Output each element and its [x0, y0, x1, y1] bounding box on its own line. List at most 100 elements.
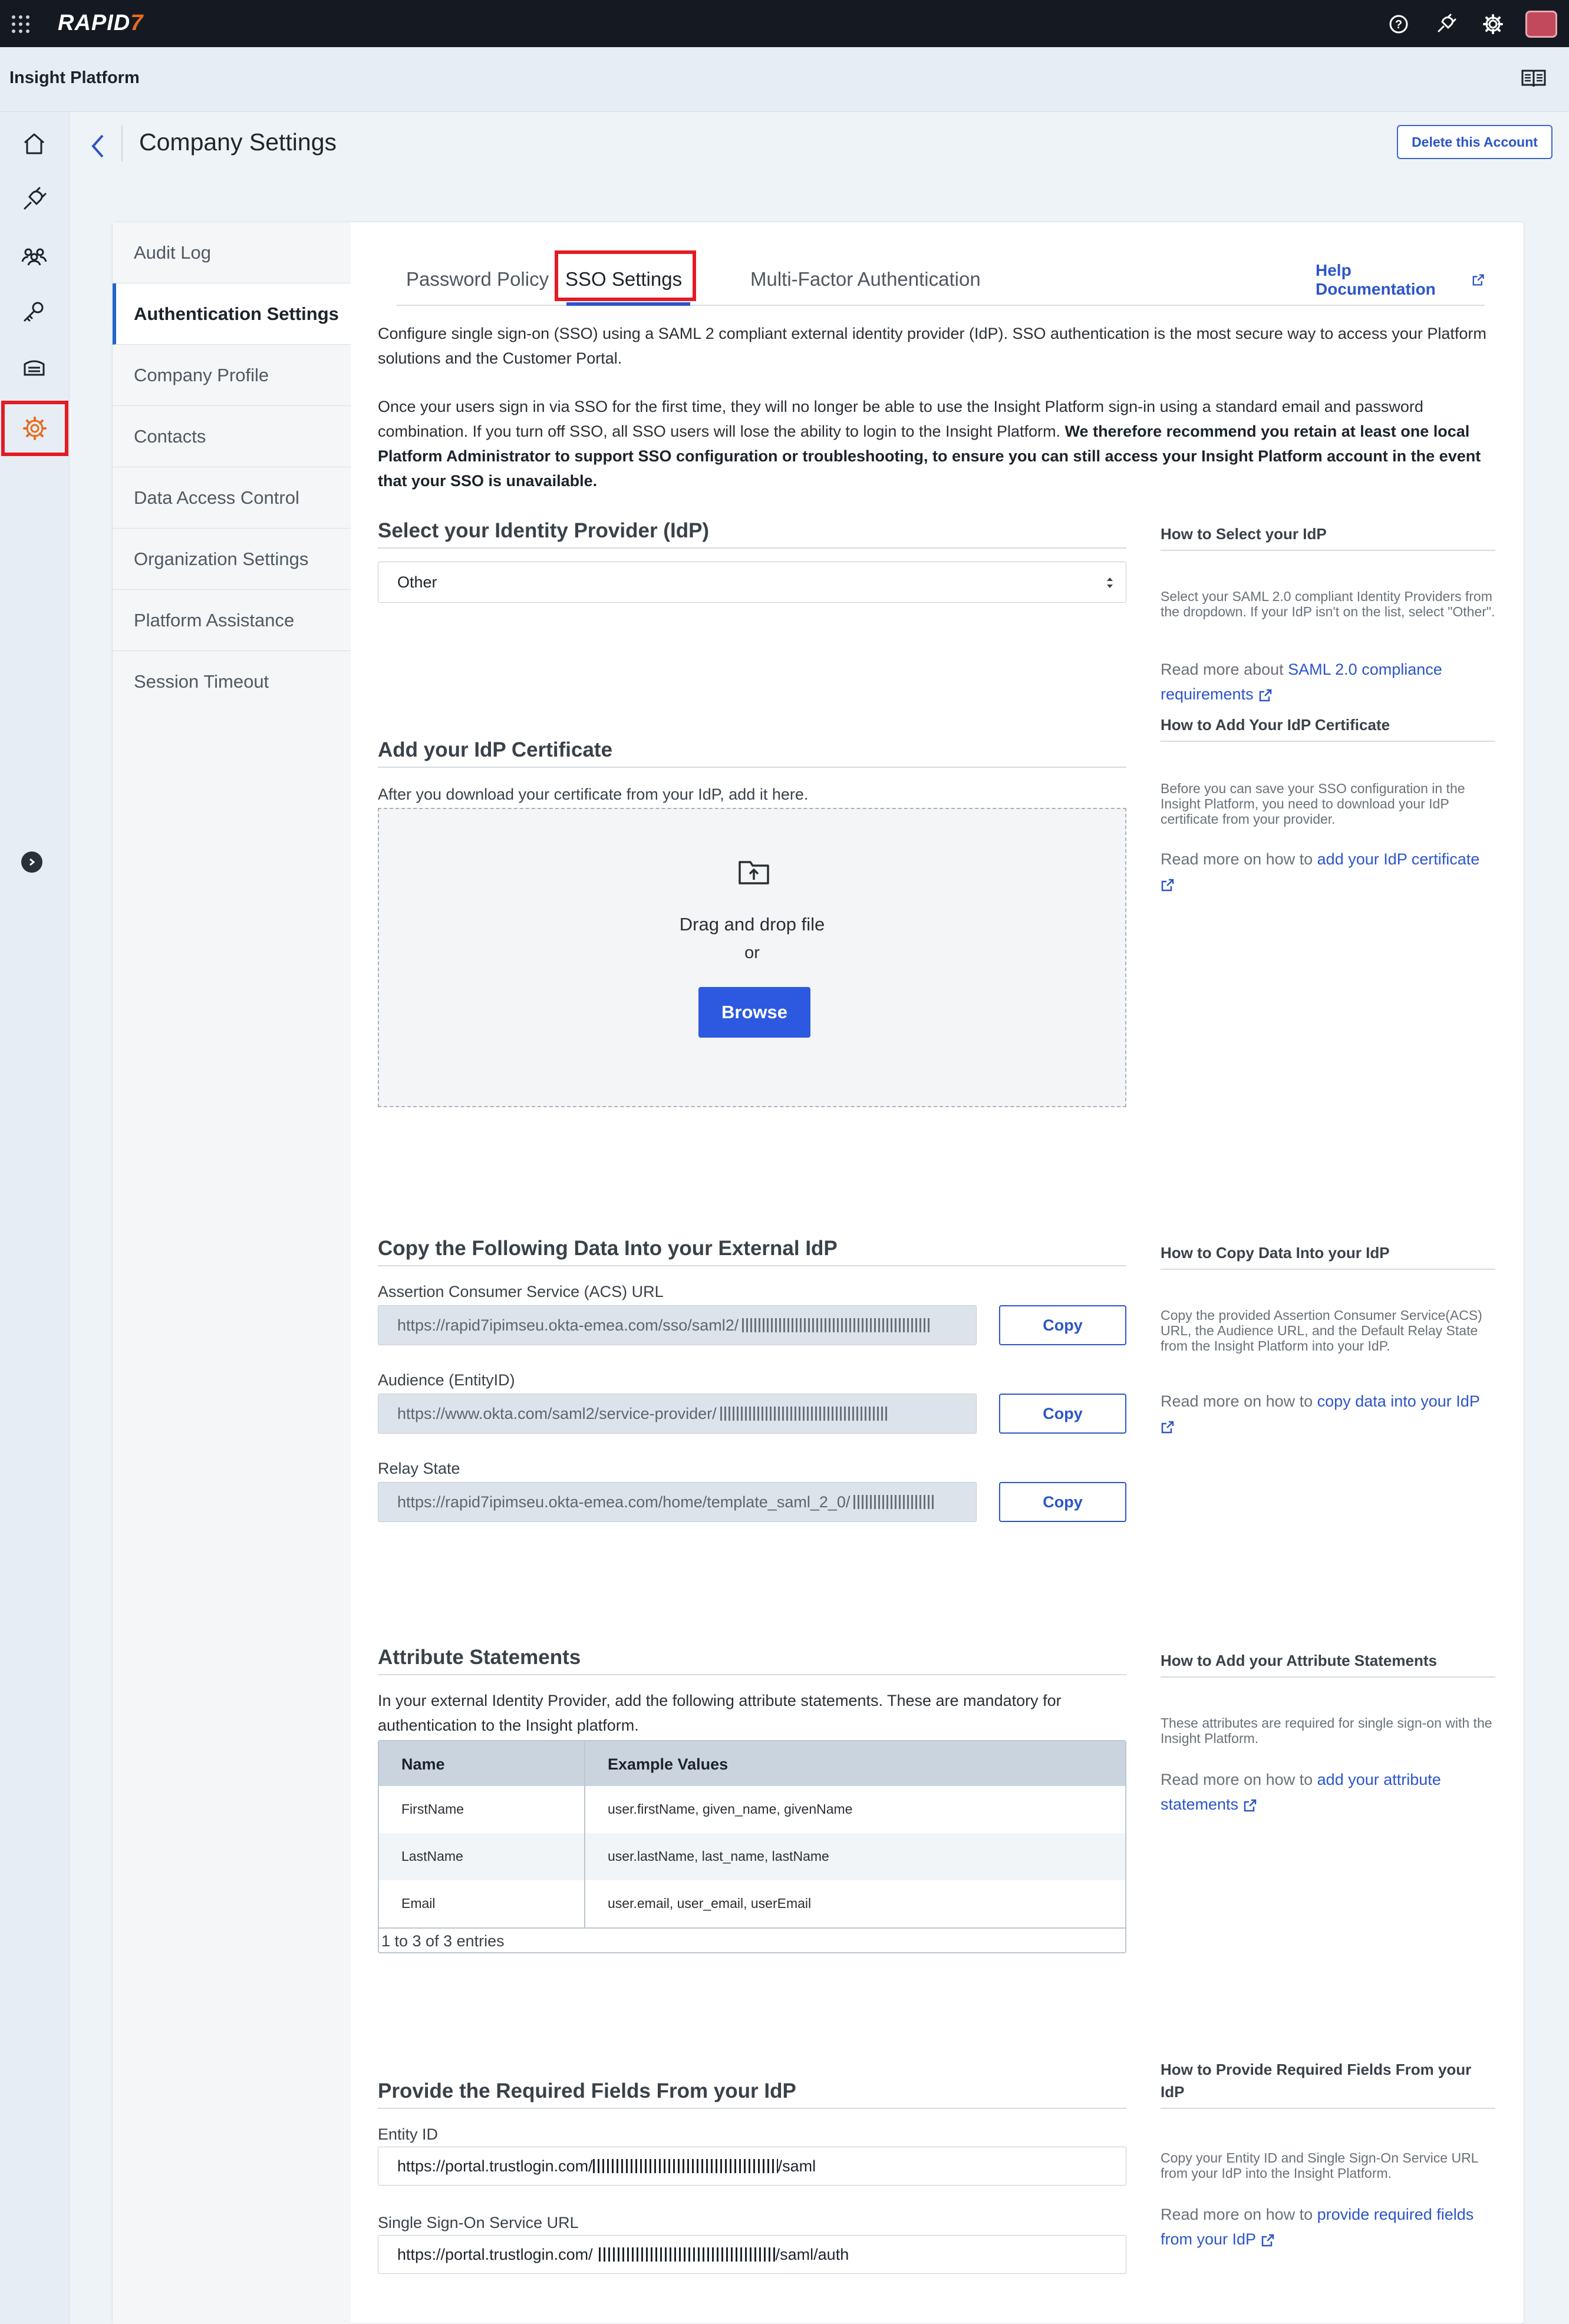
menu-item-company-profile[interactable]: Company Profile — [113, 345, 351, 406]
relay-state-field[interactable]: https://rapid7ipimseu.okta-emea.com/home… — [378, 1482, 977, 1522]
help-icon[interactable]: ? — [1384, 9, 1413, 39]
external-link-icon — [1161, 879, 1174, 892]
copy-acs-url-button[interactable]: Copy — [999, 1305, 1126, 1345]
idp-help-heading: How to Select your IdP — [1161, 523, 1495, 551]
sso-service-url-input[interactable]: https://portal.trustlogin.com//saml/auth — [378, 2235, 1126, 2274]
idp-section-heading: Select your Identity Provider (IdP) — [378, 519, 1126, 549]
required-fields-help-text: Copy your Entity ID and Single Sign-On S… — [1161, 2150, 1478, 2181]
entity-id-label: Entity ID — [378, 2125, 439, 2143]
active-tab-indicator — [566, 302, 690, 306]
external-link-icon — [1244, 1799, 1257, 1812]
cell-name: Email — [401, 1896, 436, 1911]
column-header-example-values[interactable]: Example Values — [608, 1755, 728, 1774]
certificate-help-readmore: Read more on how to add your IdP certifi… — [1161, 847, 1495, 896]
add-certificate-link[interactable]: add your IdP certificate — [1317, 850, 1480, 868]
users-group-icon[interactable] — [17, 238, 52, 273]
copy-data-link[interactable]: copy data into your IdP — [1317, 1392, 1480, 1410]
external-link-icon — [1259, 689, 1271, 702]
page-title: Company Settings — [139, 128, 337, 156]
settings-gear-icon[interactable] — [1478, 9, 1508, 39]
sso-tab-highlight — [555, 250, 696, 301]
copy-data-help-text: Copy the provided Assertion Consumer Ser… — [1161, 1308, 1482, 1354]
drag-drop-text: Drag and drop file — [679, 914, 825, 935]
column-divider — [584, 1741, 585, 1927]
entity-id-input[interactable]: https://portal.trustlogin.com//saml — [378, 2147, 1126, 2186]
audience-field[interactable]: https://www.okta.com/saml2/service-provi… — [378, 1394, 977, 1434]
platform-name: Insight Platform — [9, 68, 140, 87]
rapid7-logo[interactable]: RAPID7 — [58, 11, 143, 36]
attributes-help-readmore: Read more on how to add your attribute s… — [1161, 1771, 1441, 1813]
table-footer: 1 to 3 of 3 entries — [379, 1927, 1125, 1952]
sso-service-url-label: Single Sign-On Service URL — [378, 2214, 579, 2231]
menu-item-data-access-control[interactable]: Data Access Control — [113, 467, 351, 529]
sso-intro-text: Configure single sign-on (SSO) using a S… — [378, 325, 1486, 367]
header-divider — [121, 125, 123, 161]
folder-upload-icon — [737, 857, 770, 889]
home-icon[interactable] — [17, 126, 52, 161]
table-row: LastName user.lastName, last_name, lastN… — [379, 1833, 1125, 1880]
attributes-table: Name Example Values FirstName user.first… — [378, 1740, 1126, 1953]
idp-help-readmore: Read more about SAML 2.0 compliance requ… — [1161, 661, 1442, 703]
settings-card: Audit Log Authentication Settings Compan… — [112, 222, 1524, 2324]
browse-button[interactable]: Browse — [698, 987, 810, 1038]
svg-text:?: ? — [1395, 18, 1402, 31]
copy-audience-button[interactable]: Copy — [999, 1394, 1126, 1434]
copy-relay-state-button[interactable]: Copy — [999, 1482, 1126, 1522]
help-documentation-link[interactable]: Help Documentation — [1316, 261, 1485, 299]
menu-item-platform-assistance[interactable]: Platform Assistance — [113, 590, 351, 651]
copy-data-help-heading: How to Copy Data Into your IdP — [1161, 1242, 1495, 1270]
tab-password-policy[interactable]: Password Policy — [406, 268, 549, 290]
cell-values: user.firstName, given_name, givenName — [608, 1801, 853, 1817]
acs-url-field[interactable]: https://rapid7ipimseu.okta-emea.com/sso/… — [378, 1305, 977, 1345]
platform-bar: Insight Platform — [0, 47, 1569, 112]
menu-item-session-timeout[interactable]: Session Timeout — [113, 651, 351, 712]
tab-multi-factor-authentication[interactable]: Multi-Factor Authentication — [750, 268, 981, 290]
column-header-name[interactable]: Name — [401, 1755, 445, 1774]
certificate-section-heading: Add your IdP Certificate — [378, 738, 1126, 768]
copy-data-help-readmore: Read more on how to copy data into your … — [1161, 1389, 1495, 1438]
attributes-description: In your external Identity Provider, add … — [378, 1692, 1062, 1734]
certificate-instruction: After you download your certificate from… — [378, 785, 809, 803]
back-arrow-icon[interactable] — [87, 128, 108, 167]
menu-item-authentication-settings[interactable]: Authentication Settings — [113, 283, 351, 345]
certificate-dropzone[interactable]: Drag and drop file or Browse — [378, 808, 1126, 1107]
menu-item-audit-log[interactable]: Audit Log — [113, 222, 351, 283]
idp-help-text: Select your SAML 2.0 compliant Identity … — [1161, 589, 1495, 619]
acs-url-label: Assertion Consumer Service (ACS) URL — [378, 1283, 664, 1300]
expand-nav-button[interactable] — [21, 851, 42, 873]
required-fields-section-heading: Provide the Required Fields From your Id… — [378, 2079, 1126, 2109]
key-icon[interactable] — [17, 295, 52, 330]
plugin-icon[interactable] — [1431, 9, 1461, 39]
external-link-icon — [1161, 1421, 1174, 1434]
idp-select[interactable]: Other — [378, 562, 1126, 603]
app-switcher-icon[interactable] — [11, 14, 31, 34]
relay-state-label: Relay State — [378, 1460, 460, 1477]
attributes-help-text: These attributes are required for single… — [1161, 1715, 1492, 1746]
settings-side-menu: Audit Log Authentication Settings Compan… — [113, 222, 351, 2324]
certificate-help-heading: How to Add Your IdP Certificate — [1161, 714, 1495, 742]
plugin-nav-icon[interactable] — [17, 181, 52, 217]
delete-account-button[interactable]: Delete this Account — [1397, 125, 1552, 159]
cell-name: FirstName — [401, 1801, 464, 1817]
table-row: Email user.email, user_email, userEmail — [379, 1880, 1125, 1927]
table-row: FirstName user.firstName, given_name, gi… — [379, 1786, 1125, 1833]
external-link-icon — [1472, 274, 1484, 286]
sso-settings-content: Password Policy SSO Settings Multi-Facto… — [351, 222, 1525, 2324]
attributes-section-heading: Attribute Statements — [378, 1646, 1126, 1675]
cell-values: user.lastName, last_name, lastName — [608, 1848, 829, 1864]
attributes-help-heading: How to Add your Attribute Statements — [1161, 1649, 1495, 1678]
select-arrows-icon — [1107, 577, 1113, 588]
data-storage-icon[interactable] — [17, 351, 52, 387]
external-link-icon — [1261, 2234, 1274, 2247]
required-fields-help-heading: How to Provide Required Fields From your… — [1161, 2058, 1495, 2109]
audience-label: Audience (EntityID) — [378, 1371, 515, 1389]
menu-item-organization-settings[interactable]: Organization Settings — [113, 529, 351, 590]
or-text: or — [744, 943, 760, 962]
copy-data-section-heading: Copy the Following Data Into your Extern… — [378, 1237, 1126, 1266]
cell-values: user.email, user_email, userEmail — [608, 1896, 812, 1911]
menu-item-contacts[interactable]: Contacts — [113, 406, 351, 467]
user-avatar[interactable] — [1525, 11, 1557, 38]
documentation-book-icon[interactable] — [1521, 68, 1547, 91]
certificate-help-text: Before you can save your SSO configurati… — [1161, 781, 1465, 827]
settings-nav-icon[interactable] — [1, 401, 68, 456]
